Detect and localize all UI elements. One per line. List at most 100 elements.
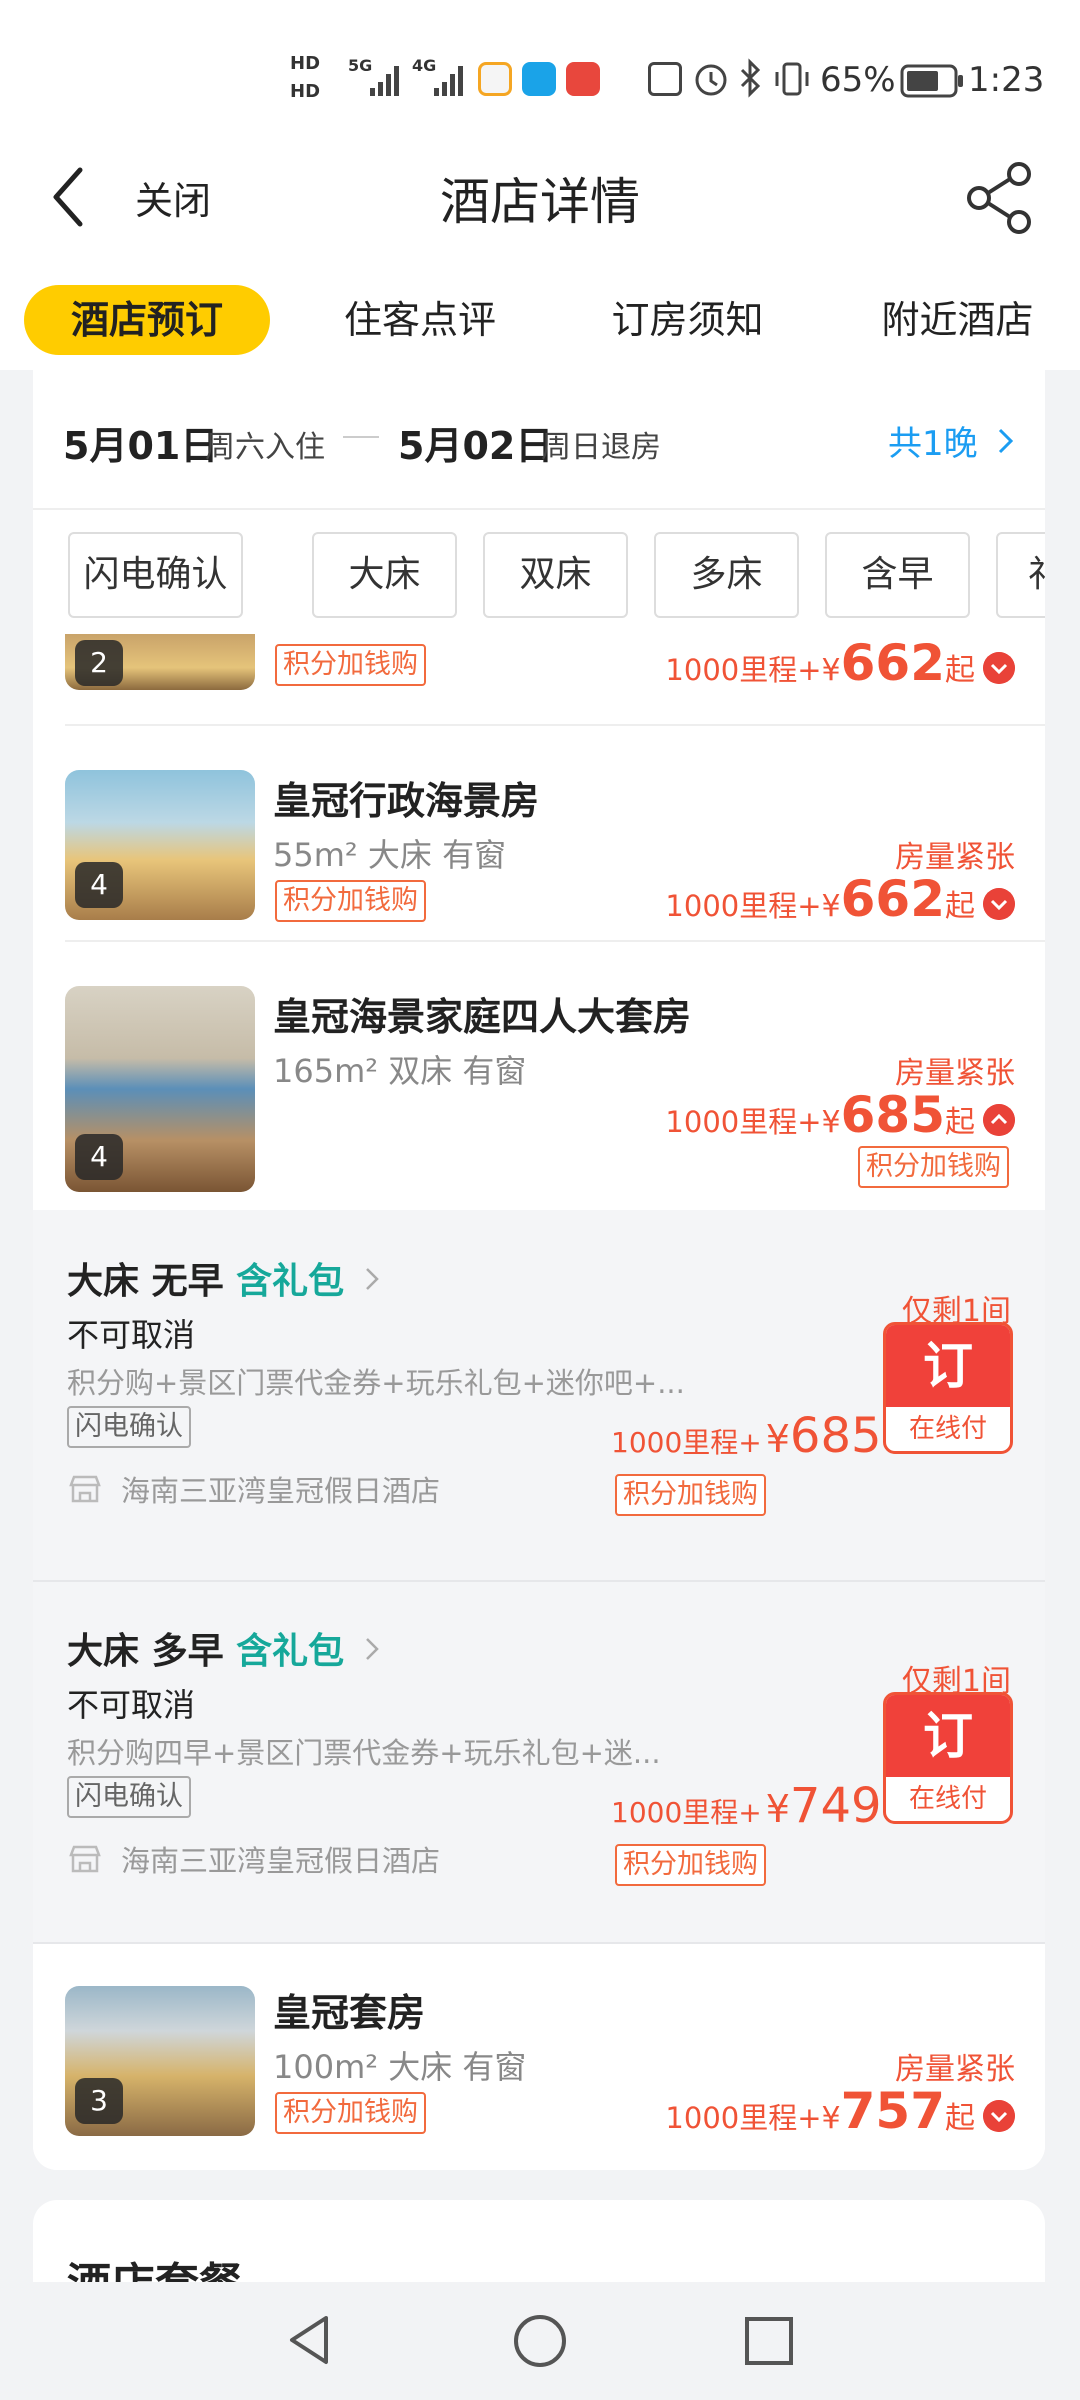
book-button[interactable]: 订 在线付 (883, 1692, 1013, 1824)
points-purchase-tag: 积分加钱购 (615, 1844, 766, 1886)
nights-count[interactable]: 共1晚 (888, 416, 978, 465)
room-name: 皇冠套房 (273, 1991, 426, 2035)
plan-description: 积分购四早+景区门票代金券+玩乐礼包+迷... (67, 1736, 661, 1770)
plan-title: 大床 无早 含礼包 (67, 1252, 381, 1304)
mileage-label: 1000里程+ (665, 2101, 822, 2135)
tab-hotel-booking[interactable]: 酒店预订 (24, 285, 270, 355)
chevron-down-icon[interactable] (983, 652, 1015, 684)
photo-count-badge: 3 (75, 2078, 123, 2124)
price-suffix: 起 (945, 889, 975, 924)
book-label: 订 (886, 1695, 1010, 1777)
alarm-icon (695, 64, 727, 96)
room-price: 1000里程+ ¥ 662 起 (665, 634, 1015, 692)
plan-price: 1000里程+ ¥ 685 (611, 1408, 882, 1464)
mileage-label: 1000里程+ (611, 1796, 762, 1829)
room-specs: 165m² 双床 有窗 (273, 1052, 527, 1090)
tab-guest-reviews[interactable]: 住客点评 (300, 285, 540, 355)
room-item[interactable]: 3 皇冠套房 100m² 大床 有窗 积分加钱购 房量紧张 1000里程+ ¥ … (33, 1946, 1045, 2170)
points-purchase-tag: 积分加钱购 (615, 1474, 766, 1516)
share-icon[interactable] (965, 160, 1035, 236)
pay-online-label: 在线付 (908, 1414, 987, 1444)
book-button[interactable]: 订 在线付 (883, 1322, 1013, 1454)
hotel-source: 海南三亚湾皇冠假日酒店 (67, 1838, 440, 1880)
instant-confirm-tag: 闪电确认 (67, 1406, 191, 1448)
checkin-date: 5月01日 (63, 424, 219, 468)
currency-symbol: ¥ (821, 889, 841, 924)
filter-twin-bed[interactable]: 双床 (483, 532, 628, 618)
vibrate-icon (775, 62, 809, 96)
divider (33, 1942, 1045, 1944)
mileage-label: 1000里程+ (665, 1105, 822, 1139)
price-suffix: 起 (945, 653, 975, 688)
currency-symbol: ¥ (765, 1417, 790, 1461)
plan-meal: 多早 (151, 1631, 224, 1672)
store-icon (69, 1845, 101, 1873)
app-notification-icon (478, 62, 512, 96)
nav-home-icon[interactable] (511, 2312, 569, 2370)
system-nav-bar (0, 2282, 1080, 2400)
checkin-label: 周六入住 (205, 430, 325, 465)
pay-online-label: 在线付 (908, 1784, 987, 1814)
plan-gift-link[interactable]: 含礼包 (236, 1631, 344, 1672)
plan-gift-link[interactable]: 含礼包 (236, 1261, 344, 1302)
plan-title: 大床 多早 含礼包 (67, 1622, 381, 1674)
room-thumbnail: 4 (65, 986, 255, 1192)
points-purchase-tag: 积分加钱购 (275, 644, 426, 686)
chevron-right-icon (998, 428, 1014, 454)
photo-count-badge: 4 (75, 862, 123, 908)
nav-recents-icon[interactable] (742, 2314, 796, 2368)
bluetooth-icon (740, 58, 761, 98)
cancel-policy: 不可取消 (67, 1316, 196, 1354)
tab-nearby-hotels[interactable]: 附近酒店 (835, 285, 1080, 355)
currency-symbol: ¥ (821, 2101, 841, 2136)
divider (65, 940, 1045, 942)
hotel-name: 海南三亚湾皇冠假日酒店 (121, 1474, 441, 1508)
price-value: 757 (840, 2082, 945, 2140)
chevron-right-icon (365, 1638, 379, 1660)
signal-5g-icon: 5G (348, 56, 404, 100)
nav-back-icon[interactable] (282, 2312, 338, 2368)
currency-symbol: ¥ (821, 1105, 841, 1140)
filter-gift[interactable]: 礼 (996, 532, 1045, 618)
cancel-policy: 不可取消 (67, 1686, 196, 1724)
price-suffix: 起 (945, 2101, 975, 2136)
room-thumbnail: 4 (65, 770, 255, 920)
store-icon (69, 1475, 101, 1503)
mileage-label: 1000里程+ (611, 1426, 762, 1459)
battery-percent: 65% (820, 60, 896, 100)
chevron-down-icon[interactable] (983, 2100, 1015, 2132)
price-value: 662 (840, 634, 945, 692)
hotel-name: 海南三亚湾皇冠假日酒店 (121, 1844, 441, 1878)
checkout-label: 周日退房 (541, 430, 661, 465)
nfc-icon (648, 62, 682, 96)
price-value: 749 (789, 1778, 882, 1834)
status-bar: HD HD 5G 4G 65% 1:23 (0, 0, 1080, 150)
divider (65, 724, 1045, 726)
room-price: 1000里程+ ¥ 662 起 (665, 870, 1015, 928)
room-item[interactable]: 4 皇冠海景家庭四人大套房 165m² 双床 有窗 房量紧张 1000里程+ ¥… (33, 956, 1045, 1196)
price-suffix: 起 (945, 1105, 975, 1140)
instant-confirm-tag: 闪电确认 (67, 1776, 191, 1818)
book-notification-icon (566, 62, 600, 96)
photo-count-badge: 2 (75, 640, 123, 686)
filter-king-bed[interactable]: 大床 (312, 532, 457, 618)
date-selector[interactable]: 5月01日 周六入住 5月02日 周日退房 共1晚 (33, 370, 1045, 510)
chevron-down-icon[interactable] (983, 888, 1015, 920)
tab-booking-notes[interactable]: 订房须知 (565, 285, 810, 355)
room-item[interactable]: 2 积分加钱购 1000里程+ ¥ 662 起 (33, 634, 1045, 734)
room-item[interactable]: 4 皇冠行政海景房 55m² 大床 有窗 积分加钱购 房量紧张 1000里程+ … (33, 740, 1045, 940)
rate-plan[interactable]: 大床 多早 含礼包 不可取消 积分购四早+景区门票代金券+玩乐礼包+迷... 闪… (33, 1582, 1045, 1942)
sim-hd-icon: HD HD (290, 53, 321, 102)
chevron-up-icon[interactable] (983, 1104, 1015, 1136)
hotel-source: 海南三亚湾皇冠假日酒店 (67, 1468, 440, 1510)
price-value: 685 (840, 1086, 945, 1144)
room-list-card: 5月01日 周六入住 5月02日 周日退房 共1晚 闪电确认 大床 双床 多床 … (33, 370, 1045, 2170)
filter-multi-bed[interactable]: 多床 (654, 532, 799, 618)
points-purchase-tag: 积分加钱购 (275, 2092, 426, 2134)
filter-instant-confirm[interactable]: 闪电确认 (68, 532, 243, 618)
checkout-date: 5月02日 (398, 424, 554, 468)
plan-meal: 无早 (151, 1261, 224, 1302)
rate-plan[interactable]: 大床 无早 含礼包 不可取消 积分购+景区门票代金券+玩乐礼包+迷你吧+... … (33, 1210, 1045, 1580)
filter-breakfast[interactable]: 含早 (825, 532, 970, 618)
room-specs: 100m² 大床 有窗 (273, 2048, 527, 2086)
